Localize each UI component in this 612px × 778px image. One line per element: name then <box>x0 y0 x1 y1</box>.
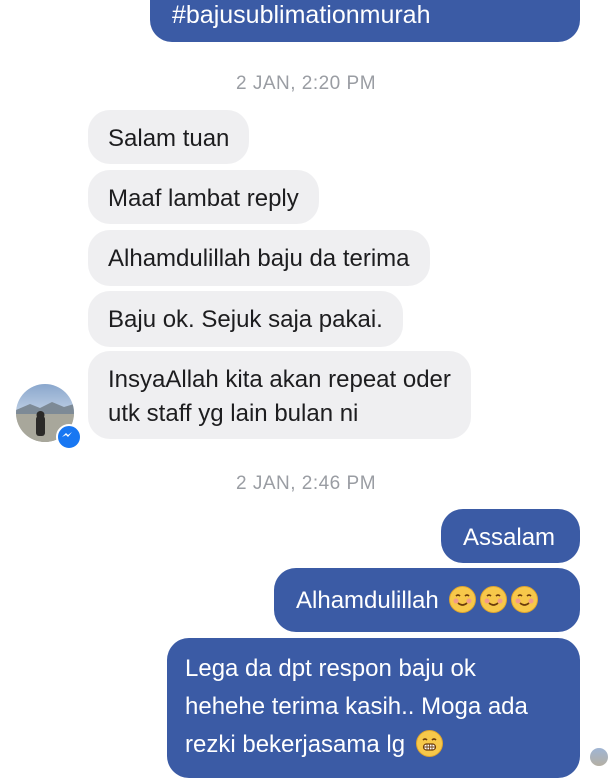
seen-avatar <box>590 748 608 766</box>
incoming-message[interactable]: Salam tuan <box>88 110 250 164</box>
incoming-message-multiline[interactable]: InsyaAllah kita akan repeat oder utk sta… <box>88 351 471 439</box>
timestamp: 2 JAN, 2:46 PM <box>235 473 377 494</box>
outgoing-message[interactable]: Alhamdulillah <box>274 568 580 632</box>
outgoing-message-multiline[interactable]: Lega da dpt respon baju ok hehehe terima… <box>167 638 580 778</box>
message-text-line-with-emoji: rezki bekerjasama lg <box>185 726 558 764</box>
message-text: Baju ok. Sejuk saja pakai. <box>108 306 383 333</box>
smiling-face-emoji <box>480 586 508 613</box>
grinning-face-emoji <box>415 730 443 757</box>
message-text-line: hehehe terima kasih.. Moga ada <box>185 693 528 720</box>
message-text: rezki bekerjasama lg <box>185 731 406 758</box>
smiling-face-emoji <box>511 586 539 613</box>
incoming-message[interactable]: Baju ok. Sejuk saja pakai. <box>88 291 403 347</box>
message-text-line: utk staff yg lain bulan ni <box>108 400 359 427</box>
message-text: Maaf lambat reply <box>108 185 299 212</box>
message-text-line: Lega da dpt respon baju ok <box>185 655 476 682</box>
message-text: #bajusublimationmurah <box>172 1 431 29</box>
message-text-line: InsyaAllah kita akan repeat oder <box>108 366 451 393</box>
message-text: Alhamdulillah baju da terima <box>108 245 410 272</box>
smiling-face-emoji <box>449 586 477 613</box>
outgoing-message-hashtag[interactable]: #bajusublimationmurah <box>150 0 580 42</box>
incoming-message[interactable]: Maaf lambat reply <box>88 170 319 224</box>
timestamp: 2 JAN, 2:20 PM <box>235 73 377 94</box>
outgoing-message[interactable]: Assalam <box>441 509 580 563</box>
message-text: Alhamdulillah <box>296 587 439 614</box>
incoming-message[interactable]: Alhamdulillah baju da terima <box>88 230 430 286</box>
messenger-icon <box>56 424 82 450</box>
message-text: Salam tuan <box>108 125 230 152</box>
message-text: Assalam <box>463 524 556 551</box>
